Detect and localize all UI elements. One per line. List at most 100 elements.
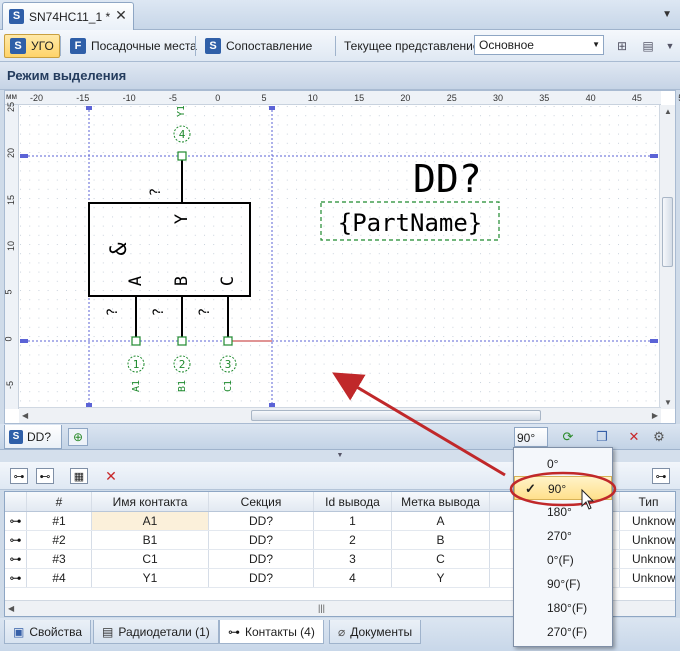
pin-icon: ⊶ <box>5 512 27 530</box>
refresh-icon[interactable]: ⟳ <box>560 429 576 445</box>
table-cell[interactable]: DD? <box>209 569 314 587</box>
toolbar-divider <box>335 36 336 56</box>
table-cell[interactable]: B <box>392 531 490 549</box>
header-cell <box>5 492 27 511</box>
scroll-thumb[interactable] <box>251 410 541 421</box>
table-cell[interactable]: DD? <box>209 550 314 568</box>
properties-icon: ▣ <box>13 624 25 639</box>
gear-icon[interactable]: ⚙ <box>651 429 667 445</box>
refdes-text[interactable]: DD? <box>413 157 482 201</box>
ruler-tick-label: -5 <box>168 93 177 103</box>
chevron-down-icon[interactable]: ▼ <box>662 38 678 54</box>
ugo-label: УГО <box>31 39 54 53</box>
view-settings-icon[interactable]: ▤ <box>640 38 656 54</box>
header-cell[interactable]: Имя контакта <box>92 492 209 511</box>
close-icon[interactable]: ✕ <box>114 8 128 22</box>
symbol-drawing[interactable]: & Y A B C ? 4 Y1 ? ? ? 1 2 3 A1 B1 C1 DD… <box>20 106 660 408</box>
header-cell[interactable]: Тип <box>620 492 675 511</box>
scroll-down-icon[interactable]: ▼ <box>664 398 672 407</box>
symbol-icon: S <box>10 38 26 54</box>
tab-documents[interactable]: ⌀ Документы <box>329 620 422 644</box>
table-cell[interactable]: #4 <box>27 569 92 587</box>
table-cell[interactable]: 3 <box>314 550 392 568</box>
checkmark-icon: ✓ <box>525 481 536 496</box>
canvas-horizontal-scrollbar[interactable]: ◀ ▶ <box>19 407 661 423</box>
gate-label: & <box>107 242 132 256</box>
table-cell[interactable]: Unknown <box>620 512 675 530</box>
header-cell[interactable]: Id вывода <box>314 492 392 511</box>
footprints-label: Посадочные места <box>91 39 197 53</box>
header-cell[interactable]: Метка вывода <box>392 492 490 511</box>
table-cell[interactable]: #1 <box>27 512 92 530</box>
rotation-menu-item[interactable]: 180°(F) <box>514 596 612 620</box>
tab-contacts[interactable]: ⊶ Контакты (4) <box>219 620 324 644</box>
canvas-vertical-scrollbar[interactable]: ▲ ▼ <box>659 105 675 409</box>
add-view-icon[interactable]: ⊞ <box>614 38 630 54</box>
pin-y1-handle[interactable] <box>177 151 187 161</box>
rotation-menu-item[interactable]: 0° <box>514 452 612 476</box>
pin-a1-handle[interactable] <box>131 336 141 346</box>
symbol-section-tab[interactable]: S DD? <box>4 425 62 449</box>
table-cell[interactable]: Y1 <box>92 569 209 587</box>
ruler-tick-label: 0 <box>3 335 14 342</box>
rotation-menu-item[interactable]: 90°(F) <box>514 572 612 596</box>
table-cell[interactable]: A <box>392 512 490 530</box>
header-cell[interactable]: # <box>27 492 92 511</box>
rotation-menu-item[interactable]: 270° <box>514 524 612 548</box>
contact-view-icon[interactable]: ⊶ <box>652 468 670 484</box>
pin-name-a1: A1 <box>131 380 142 392</box>
table-cell[interactable]: Y <box>392 569 490 587</box>
scroll-thumb[interactable] <box>662 197 673 267</box>
table-cell[interactable]: A1 <box>92 512 209 530</box>
rotation-menu-item[interactable]: 270°(F) <box>514 620 612 644</box>
scroll-left-icon[interactable]: ◀ <box>8 604 14 613</box>
ruler-tick-label: 35 <box>539 93 550 103</box>
copy-icon[interactable]: ❐ <box>594 429 610 445</box>
chevron-down-icon[interactable]: ▼ <box>662 9 672 20</box>
footprints-button[interactable]: F Посадочные места <box>64 34 203 58</box>
table-cell[interactable]: Unknown <box>620 531 675 549</box>
pin-icon: ⊶ <box>5 569 27 587</box>
pin-b1-handle[interactable] <box>177 336 187 346</box>
rotation-menu-item-label: 0°(F) <box>547 553 574 567</box>
add-contact-icon[interactable]: ⊶ <box>10 468 28 484</box>
table-cell[interactable]: Unknown <box>620 569 675 587</box>
partname-text[interactable]: {PartName} <box>338 209 483 237</box>
tab-properties[interactable]: ▣ Свойства <box>4 620 92 644</box>
view-select[interactable]: Основное ▼ <box>474 35 604 55</box>
scroll-right-icon[interactable]: ▶ <box>652 411 658 420</box>
output-pin-label: Y <box>172 214 192 224</box>
scroll-grip-icon[interactable]: ||| <box>318 603 325 613</box>
rotation-menu-item[interactable]: 0°(F) <box>514 548 612 572</box>
table-cell[interactable]: #3 <box>27 550 92 568</box>
add-contacts-icon[interactable]: ⊷ <box>36 468 54 484</box>
edit-contacts-icon[interactable]: ▦ <box>70 468 88 484</box>
scroll-left-icon[interactable]: ◀ <box>22 411 28 420</box>
table-cell[interactable]: 2 <box>314 531 392 549</box>
delete-icon[interactable]: ✕ <box>626 429 642 445</box>
table-cell[interactable]: Unknown <box>620 550 675 568</box>
ruler-tick-label: 30 <box>493 93 504 103</box>
rotation-menu-item[interactable]: 180° <box>514 500 612 524</box>
document-tab[interactable]: S SN74HC11_1 * ✕ <box>2 2 134 30</box>
table-cell[interactable]: 4 <box>314 569 392 587</box>
add-section-button[interactable]: ⊕ <box>68 428 88 446</box>
table-cell[interactable]: DD? <box>209 512 314 530</box>
table-cell[interactable]: C <box>392 550 490 568</box>
schematic-canvas[interactable]: -20-15-10-505101520253035404550 мм 25201… <box>3 90 680 424</box>
ugo-button[interactable]: S УГО <box>4 34 60 58</box>
delete-contact-icon[interactable]: ✕ <box>102 468 120 484</box>
table-cell[interactable]: DD? <box>209 531 314 549</box>
tab-components[interactable]: ▤ Радиодетали (1) <box>93 620 219 644</box>
table-cell[interactable]: #2 <box>27 531 92 549</box>
table-cell[interactable]: C1 <box>92 550 209 568</box>
table-cell[interactable]: 1 <box>314 512 392 530</box>
mapping-button[interactable]: S Сопоставление <box>199 34 318 58</box>
table-cell[interactable]: B1 <box>92 531 209 549</box>
scroll-up-icon[interactable]: ▲ <box>664 107 672 116</box>
ruler-tick-label: 15 <box>354 93 365 103</box>
rotation-menu-item[interactable]: ✓ 90° <box>514 476 612 500</box>
header-cell[interactable]: Секция <box>209 492 314 511</box>
pin-c1-handle[interactable] <box>223 336 233 346</box>
rotation-select[interactable]: 90° ▼ <box>514 427 548 458</box>
